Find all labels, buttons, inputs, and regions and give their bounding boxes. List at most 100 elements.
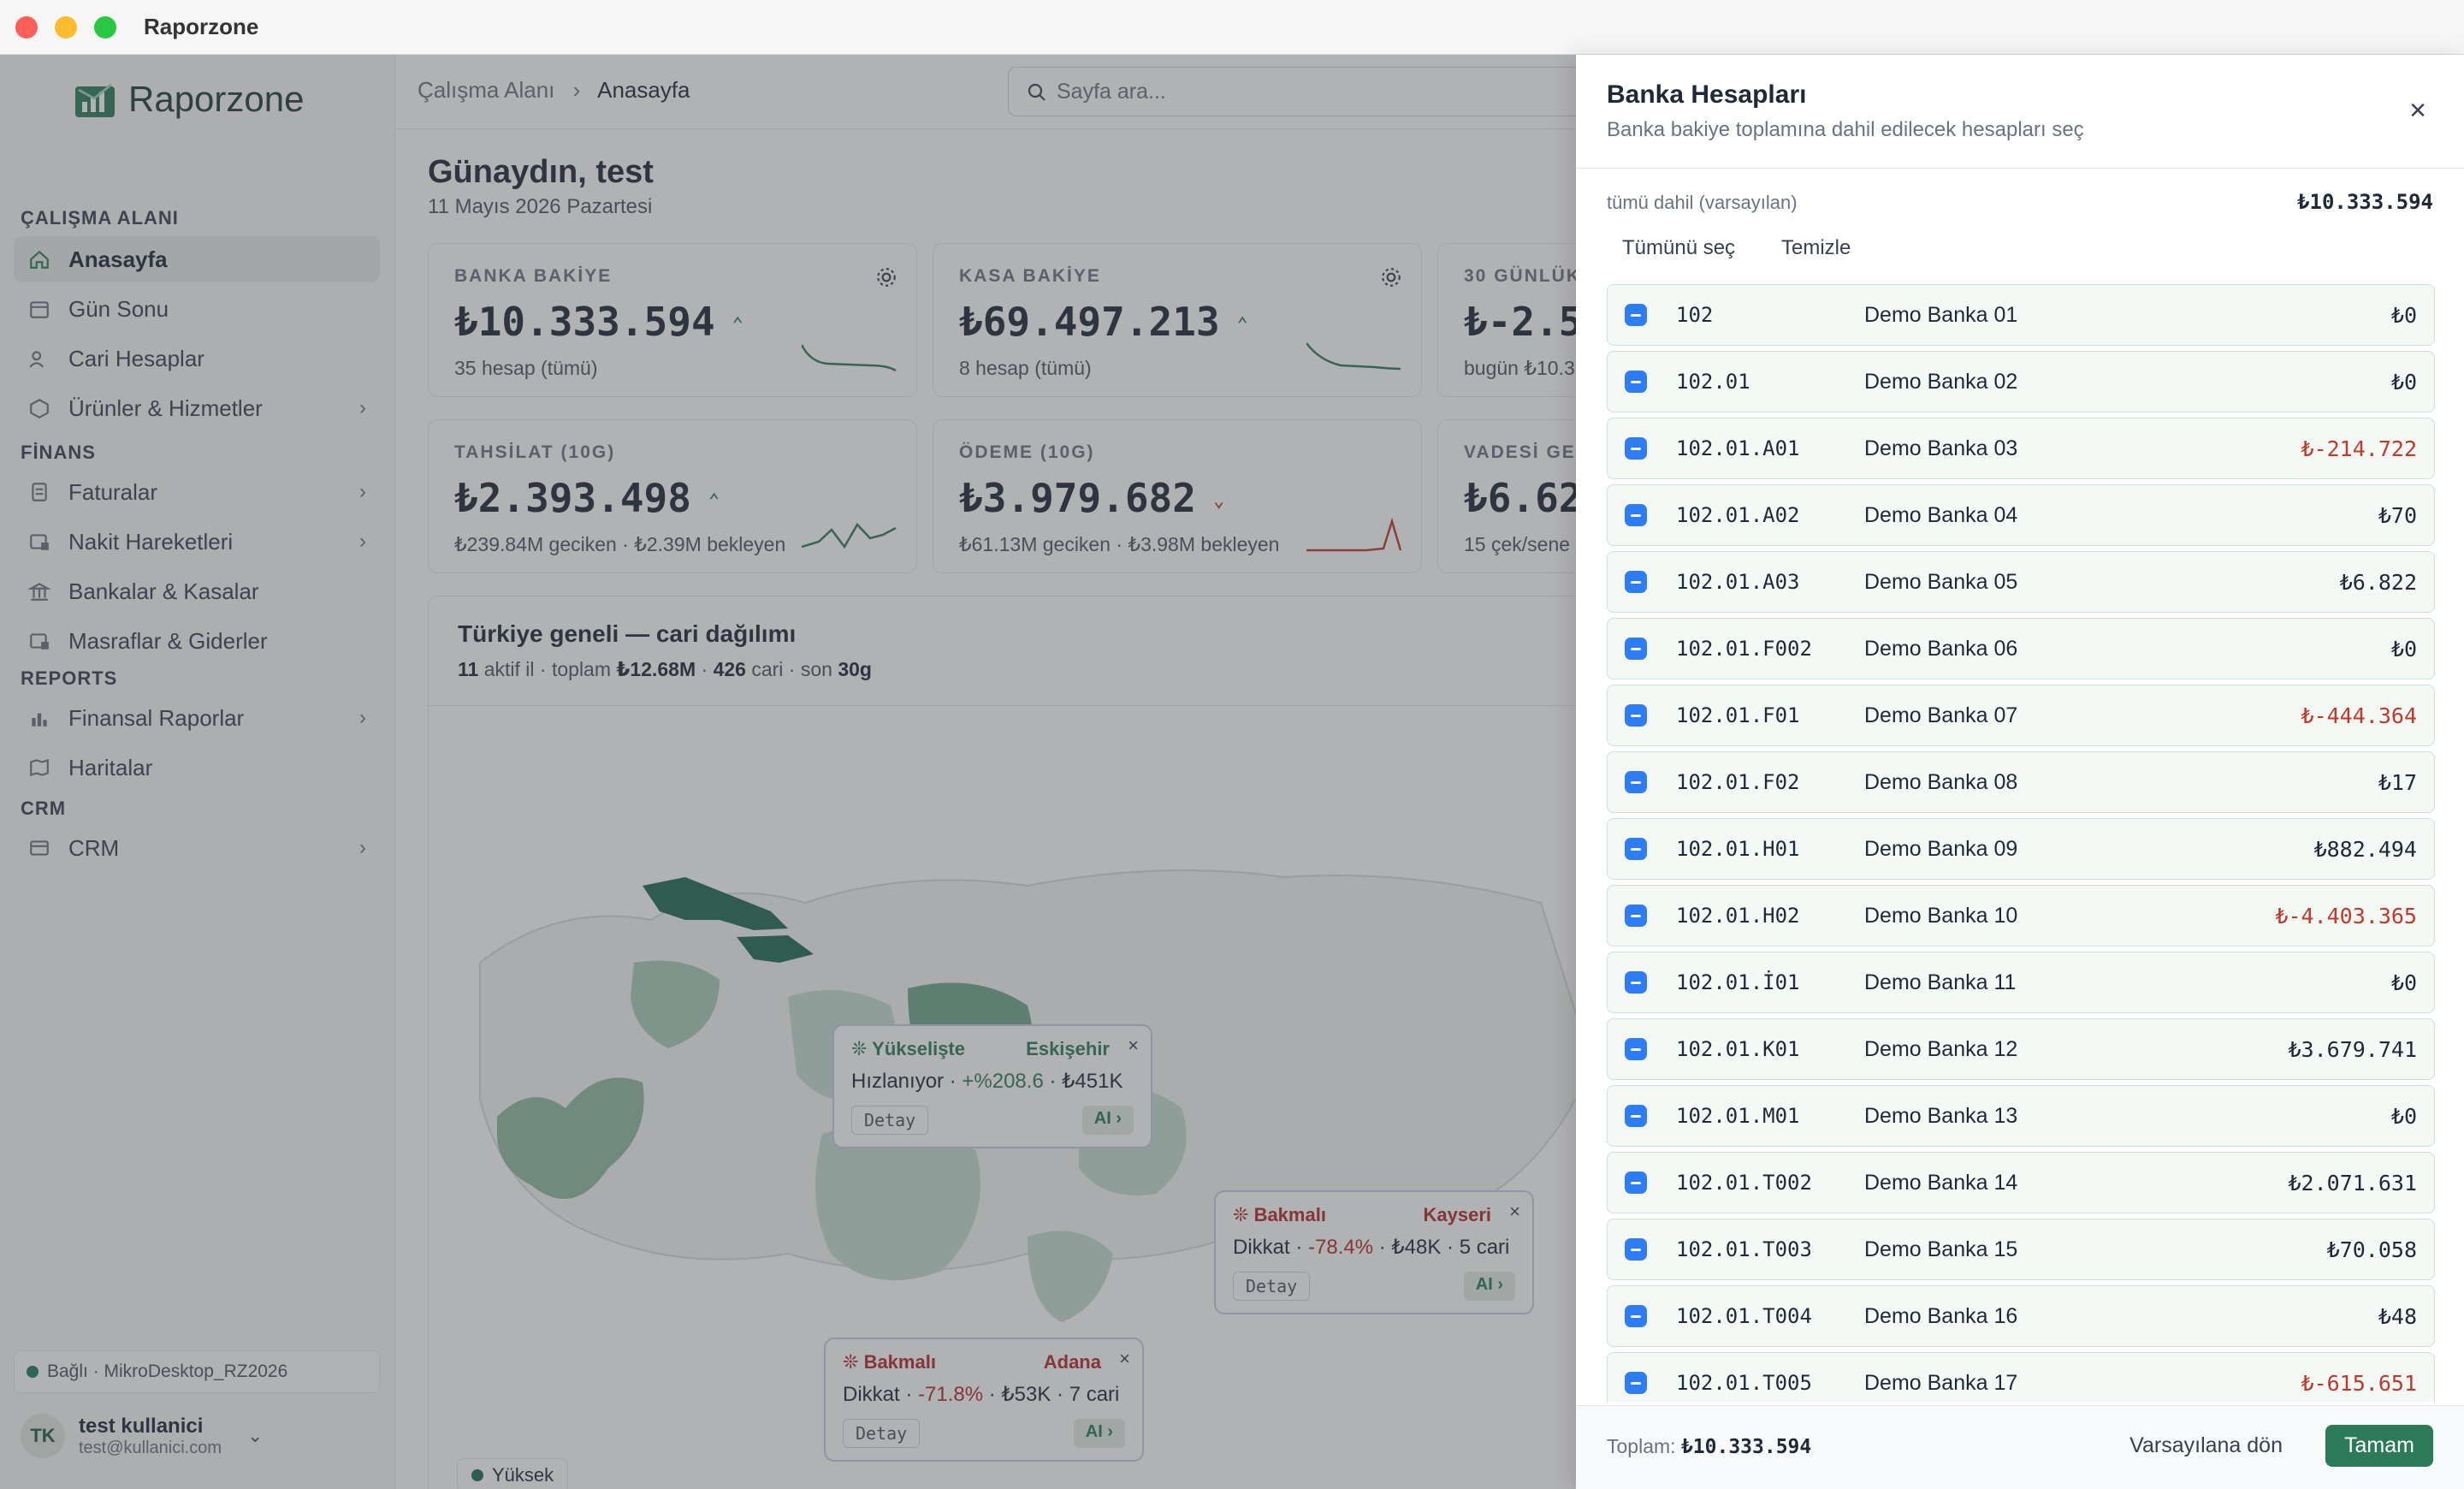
account-amount: ₺0: [2390, 302, 2417, 328]
panel-divider: [1576, 168, 2464, 169]
account-code: 102.01.F02: [1676, 770, 1800, 794]
account-row[interactable]: 102.01.F01 Demo Banka 07 ₺-444.364: [1607, 685, 2435, 746]
account-amount: ₺3.679.741: [2288, 1036, 2417, 1062]
account-code: 102.01.F01: [1676, 703, 1800, 727]
account-checkbox[interactable]: [1625, 1305, 1647, 1327]
account-name: Demo Banka 03: [1864, 436, 2018, 460]
account-code: 102.01.İ01: [1676, 970, 1800, 994]
account-code: 102.01.F002: [1676, 637, 1812, 661]
account-code: 102.01.M01: [1676, 1104, 1800, 1128]
account-name: Demo Banka 14: [1864, 1170, 2018, 1195]
account-checkbox[interactable]: [1625, 704, 1647, 727]
account-amount: ₺-214.722: [2301, 436, 2417, 461]
bank-accounts-panel: Banka Hesapları Banka bakiye toplamına d…: [1576, 55, 2464, 1489]
account-checkbox[interactable]: [1625, 1105, 1647, 1127]
account-code: 102.01.T004: [1676, 1304, 1812, 1328]
account-checkbox[interactable]: [1625, 838, 1647, 860]
panel-title: Banka Hesapları: [1607, 80, 1807, 109]
account-name: Demo Banka 05: [1864, 569, 2018, 594]
account-code: 102.01.T002: [1676, 1171, 1812, 1195]
close-window-button[interactable]: [15, 16, 38, 39]
window-title: Raporzone: [144, 14, 259, 39]
account-code: 102.01.T005: [1676, 1371, 1812, 1395]
account-amount: ₺-4.403.365: [2275, 903, 2417, 928]
account-amount: ₺17: [2378, 769, 2417, 795]
account-name: Demo Banka 01: [1864, 302, 2018, 327]
account-checkbox[interactable]: [1625, 1038, 1647, 1060]
account-list[interactable]: 102 Demo Banka 01 ₺0 102.01 Demo Banka 02 ₺0 1…: [1607, 284, 2435, 1402]
include-total: ₺10.333.594: [2297, 190, 2433, 214]
account-name: Demo Banka 15: [1864, 1237, 2018, 1261]
panel-total: Toplam: ₺10.333.594: [1607, 1435, 1812, 1458]
account-checkbox[interactable]: [1625, 1238, 1647, 1261]
account-checkbox[interactable]: [1625, 504, 1647, 526]
account-row[interactable]: 102.01.M01 Demo Banka 13 ₺0: [1607, 1085, 2435, 1147]
account-amount: ₺70: [2378, 502, 2417, 528]
modal-backdrop[interactable]: [0, 55, 1576, 1489]
select-all-button[interactable]: Tümünü seç: [1622, 236, 1735, 260]
account-name: Demo Banka 17: [1864, 1370, 2018, 1395]
account-name: Demo Banka 09: [1864, 836, 2018, 861]
account-code: 102: [1676, 303, 1714, 327]
account-checkbox[interactable]: [1625, 1372, 1647, 1394]
account-checkbox[interactable]: [1625, 571, 1647, 593]
account-name: Demo Banka 16: [1864, 1303, 2018, 1328]
account-code: 102.01.H01: [1676, 837, 1800, 861]
account-code: 102.01.K01: [1676, 1037, 1800, 1061]
account-amount: ₺-444.364: [2301, 703, 2417, 728]
account-row[interactable]: 102.01.A03 Demo Banka 05 ₺6.822: [1607, 551, 2435, 613]
account-code: 102.01.A02: [1676, 503, 1800, 527]
account-name: Demo Banka 07: [1864, 703, 2018, 727]
account-code: 102.01.T003: [1676, 1237, 1812, 1261]
account-amount: ₺0: [2390, 1103, 2417, 1129]
account-amount: ₺-615.651: [2301, 1370, 2417, 1396]
account-checkbox[interactable]: [1625, 971, 1647, 994]
account-row[interactable]: 102.01 Demo Banka 02 ₺0: [1607, 351, 2435, 412]
account-row[interactable]: 102.01.İ01 Demo Banka 11 ₺0: [1607, 952, 2435, 1013]
account-code: 102.01.H02: [1676, 904, 1800, 928]
account-row[interactable]: 102.01.F002 Demo Banka 06 ₺0: [1607, 618, 2435, 679]
account-amount: ₺0: [2390, 369, 2417, 394]
account-row[interactable]: 102 Demo Banka 01 ₺0: [1607, 284, 2435, 346]
account-amount: ₺70.058: [2326, 1237, 2417, 1262]
account-name: Demo Banka 12: [1864, 1036, 2018, 1061]
minimize-window-button[interactable]: [55, 16, 77, 39]
clear-button[interactable]: Temizle: [1781, 236, 1851, 260]
maximize-window-button[interactable]: [94, 16, 116, 39]
account-name: Demo Banka 10: [1864, 903, 2018, 928]
account-amount: ₺882.494: [2313, 836, 2417, 862]
account-name: Demo Banka 13: [1864, 1103, 2018, 1128]
account-checkbox[interactable]: [1625, 638, 1647, 660]
account-amount: ₺0: [2390, 970, 2417, 995]
account-code: 102.01: [1676, 370, 1750, 394]
account-checkbox[interactable]: [1625, 437, 1647, 460]
account-name: Demo Banka 04: [1864, 502, 2018, 527]
account-name: Demo Banka 11: [1864, 970, 2017, 994]
account-checkbox[interactable]: [1625, 371, 1647, 393]
account-checkbox[interactable]: [1625, 771, 1647, 793]
account-row[interactable]: 102.01.H01 Demo Banka 09 ₺882.494: [1607, 818, 2435, 880]
account-row[interactable]: 102.01.T003 Demo Banka 15 ₺70.058: [1607, 1219, 2435, 1280]
account-row[interactable]: 102.01.T002 Demo Banka 14 ₺2.071.631: [1607, 1152, 2435, 1213]
account-checkbox[interactable]: [1625, 304, 1647, 326]
account-name: Demo Banka 02: [1864, 369, 2018, 394]
account-checkbox[interactable]: [1625, 1172, 1647, 1194]
account-code: 102.01.A03: [1676, 570, 1800, 594]
account-row[interactable]: 102.01.F02 Demo Banka 08 ₺17: [1607, 751, 2435, 813]
account-name: Demo Banka 08: [1864, 769, 2018, 794]
account-row[interactable]: 102.01.T005 Demo Banka 17 ₺-615.651: [1607, 1352, 2435, 1402]
confirm-button[interactable]: Tamam: [2325, 1425, 2433, 1467]
account-row[interactable]: 102.01.T004 Demo Banka 16 ₺48: [1607, 1285, 2435, 1347]
account-row[interactable]: 102.01.H02 Demo Banka 10 ₺-4.403.365: [1607, 885, 2435, 946]
reset-default-button[interactable]: Varsayılana dön: [2129, 1433, 2283, 1458]
account-row[interactable]: 102.01.A01 Demo Banka 03 ₺-214.722: [1607, 418, 2435, 479]
account-row[interactable]: 102.01.K01 Demo Banka 12 ₺3.679.741: [1607, 1018, 2435, 1080]
panel-subtitle: Banka bakiye toplamına dahil edilecek he…: [1607, 118, 2084, 141]
panel-footer: Toplam: ₺10.333.594 Varsayılana dön Tama…: [1576, 1405, 2464, 1489]
close-icon[interactable]: ×: [2409, 94, 2426, 128]
account-checkbox[interactable]: [1625, 905, 1647, 927]
account-amount: ₺48: [2378, 1303, 2417, 1329]
account-row[interactable]: 102.01.A02 Demo Banka 04 ₺70: [1607, 484, 2435, 546]
account-code: 102.01.A01: [1676, 436, 1800, 460]
account-name: Demo Banka 06: [1864, 636, 2018, 661]
